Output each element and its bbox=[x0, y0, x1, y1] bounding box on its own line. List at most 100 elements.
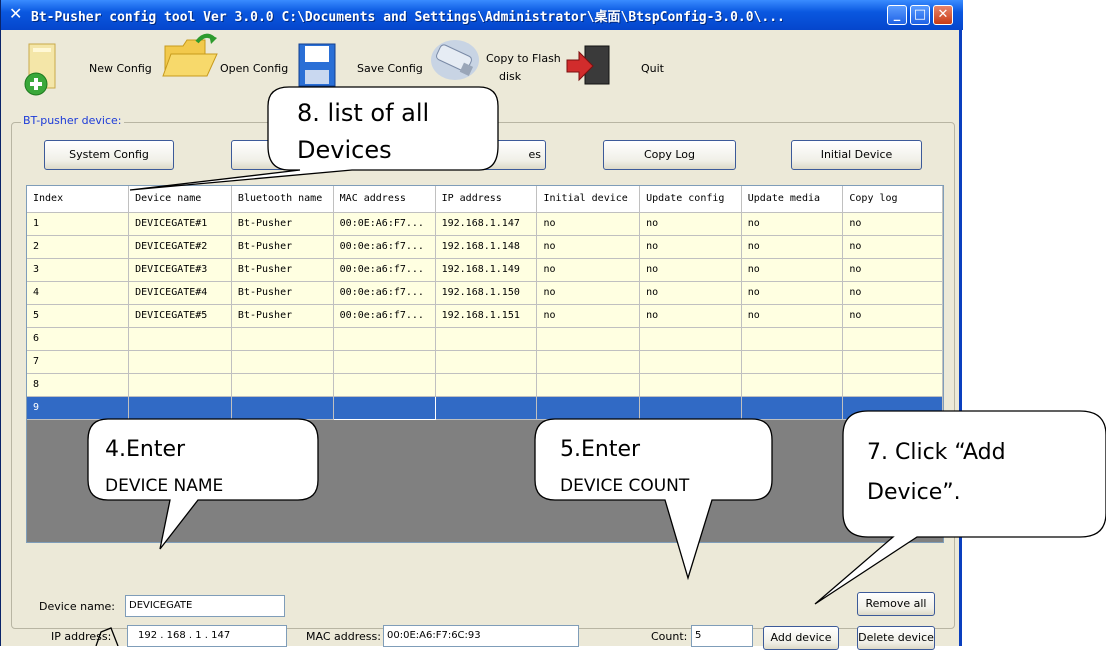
table-cell[interactable]: no bbox=[741, 235, 844, 259]
table-cell[interactable] bbox=[639, 373, 742, 397]
table-row[interactable]: 9 bbox=[27, 395, 943, 420]
table-cell[interactable] bbox=[128, 327, 232, 351]
table-cell[interactable]: 192.168.1.148 bbox=[435, 235, 538, 259]
table-cell[interactable]: 00:0e:a6:f7... bbox=[333, 304, 436, 328]
table-cell[interactable]: 5 bbox=[27, 304, 130, 328]
column-header[interactable]: Index bbox=[27, 186, 130, 213]
table-cell[interactable]: no bbox=[842, 304, 943, 328]
table-cell[interactable]: Bt-Pusher bbox=[231, 258, 334, 282]
table-cell[interactable] bbox=[741, 327, 844, 351]
table-cell[interactable]: no bbox=[536, 281, 641, 305]
table-cell[interactable]: no bbox=[842, 281, 943, 305]
table-cell[interactable]: DEVICEGATE#4 bbox=[128, 281, 232, 305]
table-cell[interactable]: 1 bbox=[27, 212, 130, 236]
table-cell[interactable] bbox=[435, 396, 538, 420]
table-cell[interactable]: no bbox=[639, 212, 742, 236]
table-cell[interactable]: no bbox=[639, 258, 742, 282]
table-cell[interactable] bbox=[435, 373, 538, 397]
table-cell[interactable]: 192.168.1.149 bbox=[435, 258, 538, 282]
table-cell[interactable] bbox=[536, 327, 641, 351]
table-cell[interactable] bbox=[741, 396, 844, 420]
table-cell[interactable] bbox=[741, 373, 844, 397]
table-cell[interactable]: 192.168.1.150 bbox=[435, 281, 538, 305]
table-cell[interactable]: 00:0e:a6:f7... bbox=[333, 235, 436, 259]
column-header[interactable]: IP address bbox=[435, 186, 538, 213]
table-cell[interactable] bbox=[231, 373, 334, 397]
count-input[interactable]: 5 bbox=[691, 625, 753, 647]
table-cell[interactable]: DEVICEGATE#5 bbox=[128, 304, 232, 328]
column-header[interactable]: Update config bbox=[639, 186, 742, 213]
table-cell[interactable] bbox=[435, 327, 538, 351]
initial-device-button[interactable]: Initial Device bbox=[791, 140, 922, 170]
table-cell[interactable]: 192.168.1.151 bbox=[435, 304, 538, 328]
title-bar[interactable]: ✕ Bt-Pusher config tool Ver 3.0.0 C:\Doc… bbox=[1, 0, 963, 30]
new-config-button[interactable]: New Config bbox=[1, 30, 161, 100]
table-cell[interactable]: Bt-Pusher bbox=[231, 235, 334, 259]
table-row[interactable]: 6 bbox=[27, 327, 943, 351]
remove-all-button[interactable]: Remove all bbox=[857, 592, 935, 616]
table-cell[interactable] bbox=[536, 396, 641, 420]
table-cell[interactable]: no bbox=[741, 212, 844, 236]
table-cell[interactable] bbox=[333, 373, 436, 397]
save-config-button[interactable]: Save Config bbox=[297, 30, 423, 100]
table-cell[interactable] bbox=[128, 396, 232, 420]
table-cell[interactable]: 7 bbox=[27, 350, 130, 374]
system-config-button[interactable]: System Config bbox=[44, 140, 174, 170]
table-cell[interactable] bbox=[231, 327, 334, 351]
table-cell[interactable] bbox=[231, 350, 334, 374]
table-cell[interactable] bbox=[639, 327, 742, 351]
table-cell[interactable]: no bbox=[842, 235, 943, 259]
copy-log-button[interactable]: Copy Log bbox=[603, 140, 736, 170]
table-row[interactable]: 5 DEVICEGATE#5 Bt-Pusher 00:0e:a6:f7... 192.… bbox=[27, 304, 943, 328]
table-cell[interactable]: Bt-Pusher bbox=[231, 281, 334, 305]
table-cell[interactable]: 2 bbox=[27, 235, 130, 259]
column-header[interactable]: Update media bbox=[741, 186, 844, 213]
table-row[interactable]: 2 DEVICEGATE#2 Bt-Pusher 00:0e:a6:f7... 192.… bbox=[27, 235, 943, 259]
copy-flash-button[interactable]: Copy to Flash bbox=[429, 30, 561, 100]
table-cell[interactable]: no bbox=[842, 212, 943, 236]
table-cell[interactable]: no bbox=[741, 281, 844, 305]
add-device-button[interactable]: Add device bbox=[763, 626, 839, 650]
table-cell[interactable]: DEVICEGATE#3 bbox=[128, 258, 232, 282]
ip-address-input[interactable]: 192 . 168 . 1 . 147 bbox=[127, 625, 287, 647]
table-cell[interactable]: no bbox=[536, 258, 641, 282]
table-row[interactable]: 1 DEVICEGATE#1 Bt-Pusher 00:0E:A6:F7... 192.… bbox=[27, 212, 943, 236]
table-cell[interactable] bbox=[741, 350, 844, 374]
maximize-button[interactable]: □ bbox=[910, 5, 930, 25]
table-cell[interactable]: 00:0e:a6:f7... bbox=[333, 258, 436, 282]
table-row[interactable]: 7 bbox=[27, 350, 943, 374]
table-cell[interactable] bbox=[333, 327, 436, 351]
table-cell[interactable]: no bbox=[536, 304, 641, 328]
table-cell[interactable]: no bbox=[536, 235, 641, 259]
table-row[interactable]: 4 DEVICEGATE#4 Bt-Pusher 00:0e:a6:f7... 192.… bbox=[27, 281, 943, 305]
table-cell[interactable] bbox=[842, 373, 943, 397]
table-cell[interactable]: no bbox=[741, 304, 844, 328]
table-cell[interactable] bbox=[842, 396, 943, 420]
table-cell[interactable]: DEVICEGATE#2 bbox=[128, 235, 232, 259]
table-cell[interactable] bbox=[231, 396, 334, 420]
column-header[interactable]: Copy log bbox=[842, 186, 943, 213]
table-cell[interactable]: DEVICEGATE#1 bbox=[128, 212, 232, 236]
mac-address-input[interactable]: 00:0E:A6:F7:6C:93 bbox=[383, 625, 579, 647]
column-header[interactable]: Initial device bbox=[536, 186, 641, 213]
table-cell[interactable]: no bbox=[639, 235, 742, 259]
device-name-input[interactable]: DEVICEGATE bbox=[125, 595, 285, 617]
table-cell[interactable]: 6 bbox=[27, 327, 130, 351]
table-cell[interactable]: 3 bbox=[27, 258, 130, 282]
table-cell[interactable]: no bbox=[536, 212, 641, 236]
table-cell[interactable]: 8 bbox=[27, 373, 130, 397]
table-cell[interactable]: Bt-Pusher bbox=[231, 304, 334, 328]
table-cell[interactable]: 4 bbox=[27, 281, 130, 305]
table-cell[interactable]: 192.168.1.147 bbox=[435, 212, 538, 236]
table-row[interactable]: 8 bbox=[27, 373, 943, 397]
table-row[interactable]: 3 DEVICEGATE#3 Bt-Pusher 00:0e:a6:f7... 192.… bbox=[27, 258, 943, 282]
open-config-button[interactable]: Open Config bbox=[161, 30, 291, 100]
delete-device-button[interactable]: Delete device bbox=[857, 626, 935, 650]
minimize-button[interactable]: _ bbox=[887, 5, 907, 25]
column-header[interactable]: Device name bbox=[128, 186, 232, 213]
column-header[interactable]: MAC address bbox=[333, 186, 436, 213]
table-cell[interactable]: no bbox=[741, 258, 844, 282]
table-cell[interactable] bbox=[128, 350, 232, 374]
table-cell[interactable]: 00:0e:a6:f7... bbox=[333, 281, 436, 305]
table-cell[interactable] bbox=[332, 395, 436, 420]
